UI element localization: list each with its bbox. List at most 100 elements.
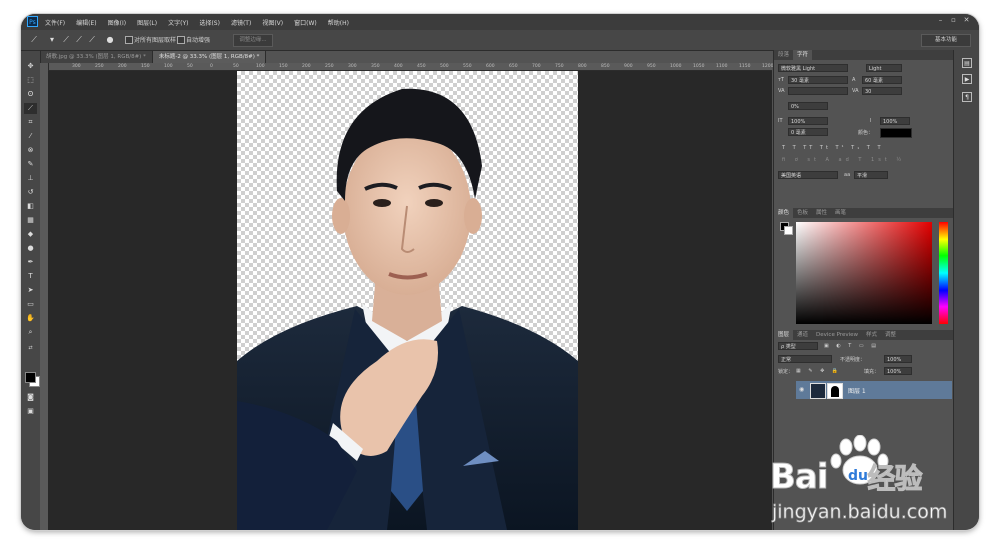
eyedropper-tool-icon[interactable]: ⁄ <box>24 131 37 142</box>
lock-icons[interactable]: ▦ ✎ ✥ 🔒 <box>796 368 841 374</box>
stamp-tool-icon[interactable]: ⊥ <box>24 173 37 184</box>
new-selection-icon[interactable]: ⟋ <box>61 35 71 45</box>
quick-selection-tool-icon[interactable]: ⟋ <box>29 35 39 45</box>
tab-document-2[interactable]: 未标题-2 @ 33.3% (图层 1, RGB/8#) * <box>152 51 267 63</box>
color-label: 颜色： <box>858 130 874 136</box>
menu-view[interactable]: 视图(V) <box>262 18 283 27</box>
blur-tool-icon[interactable]: ◆ <box>24 229 37 240</box>
document-canvas[interactable] <box>237 71 578 530</box>
type-tool-icon[interactable]: T <box>24 271 37 282</box>
paragraph-panel-icon[interactable]: ¶ <box>962 92 972 102</box>
brush-size-icon[interactable]: ● <box>105 35 115 45</box>
menu-edit[interactable]: 编辑(E) <box>76 18 96 27</box>
ruler-tick-label: 250 <box>325 64 334 69</box>
leading-icon: A <box>852 77 856 83</box>
path-select-icon[interactable]: ➤ <box>24 285 37 296</box>
auto-enhance-checkbox[interactable] <box>177 36 185 44</box>
eye-icon[interactable]: ◉ <box>799 386 804 393</box>
close-icon[interactable]: ✕ <box>962 16 971 25</box>
gradient-tool-icon[interactable]: ▦ <box>24 215 37 226</box>
hue-slider[interactable] <box>939 222 948 324</box>
font-family-select[interactable]: 微软雅黑 Light <box>778 64 848 72</box>
screen-mode-icon[interactable]: ▣ <box>24 406 37 417</box>
opentype-buttons[interactable]: ﬁ ơ st A ad T 1st ½ <box>782 157 905 163</box>
tracking-field[interactable]: 30 <box>862 87 902 95</box>
kerning-field[interactable] <box>788 87 848 95</box>
opacity-field[interactable]: 100% <box>884 355 912 363</box>
color-field[interactable] <box>796 222 932 324</box>
shape-tool-icon[interactable]: ▭ <box>24 299 37 310</box>
layer-row[interactable]: ◉ 图层 1 <box>796 381 952 399</box>
tab-styles[interactable]: 样式 <box>862 330 881 340</box>
crop-tool-icon[interactable]: ⌗ <box>24 117 37 128</box>
menu-image[interactable]: 图像(I) <box>108 18 126 27</box>
horizontal-scale-icon: I <box>870 118 872 124</box>
menu-list: 文件(F) 编辑(E) 图像(I) 图层(L) 文字(Y) 选择(S) 滤镜(T… <box>45 14 360 30</box>
tab-character[interactable]: 字符 <box>793 50 813 60</box>
tab-swatches[interactable]: 色板 <box>793 208 812 218</box>
menu-help[interactable]: 帮助(H) <box>328 18 349 27</box>
history-panel-icon[interactable]: ▤ <box>962 58 972 68</box>
workspace-select[interactable]: 基本功能 <box>921 34 971 47</box>
quick-mask-icon[interactable]: ◙ <box>24 392 37 403</box>
subtract-selection-icon[interactable]: ⟋ <box>87 35 97 45</box>
vertical-scale-field[interactable]: 100% <box>788 117 828 125</box>
antialias-select[interactable]: 平滑 <box>854 171 888 179</box>
tab-channels[interactable]: 通道 <box>793 330 812 340</box>
minimize-icon[interactable]: – <box>936 16 945 25</box>
menu-select[interactable]: 选择(S) <box>199 18 220 27</box>
marquee-tool-icon[interactable]: ⬚ <box>24 75 37 86</box>
chevron-down-icon[interactable]: ▾ <box>47 35 57 45</box>
actions-panel-icon[interactable]: ▶ <box>962 74 972 84</box>
menu-type[interactable]: 文字(Y) <box>168 18 188 27</box>
layer-kind-filter[interactable]: ρ 类型 <box>778 342 818 350</box>
menu-filter[interactable]: 滤镜(T) <box>231 18 251 27</box>
menu-window[interactable]: 窗口(W) <box>294 18 317 27</box>
horizontal-scale-field[interactable]: 100% <box>880 117 910 125</box>
history-brush-icon[interactable]: ↺ <box>24 187 37 198</box>
tab-color[interactable]: 颜色 <box>774 208 794 218</box>
bg-color-chip[interactable] <box>784 226 793 235</box>
baseline-field[interactable]: 0 毫素 <box>788 128 828 136</box>
zoom-tool-icon[interactable]: ⌕ <box>24 327 37 338</box>
scale-field[interactable]: 0% <box>788 102 828 110</box>
lasso-tool-icon[interactable]: ʘ <box>24 89 37 100</box>
tab-document-1[interactable]: 胡歌.jpg @ 33.3% (图层 1, RGB/8#) * <box>40 51 153 63</box>
canvas-area[interactable] <box>48 71 772 530</box>
ruler-tick-label: 100 <box>164 64 173 69</box>
vertical-scale-icon: IT <box>778 118 783 124</box>
maximize-icon[interactable]: ▫ <box>949 16 958 25</box>
tab-brush[interactable]: 画笔 <box>831 208 850 218</box>
brush-tool-icon[interactable]: ✎ <box>24 159 37 170</box>
font-style-select[interactable]: Light <box>866 64 902 72</box>
healing-tool-icon[interactable]: ⊗ <box>24 145 37 156</box>
add-selection-icon[interactable]: ⟋ <box>74 35 84 45</box>
dodge-tool-icon[interactable]: ● <box>24 243 37 254</box>
eraser-tool-icon[interactable]: ◧ <box>24 201 37 212</box>
leading-field[interactable]: 60 毫素 <box>862 76 902 84</box>
tab-properties[interactable]: 属性 <box>812 208 831 218</box>
layer-filter-icons[interactable]: ▣ ◐ T ▭ ▤ <box>824 343 879 349</box>
menu-file[interactable]: 文件(F) <box>45 18 65 27</box>
sample-all-layers-checkbox[interactable] <box>125 36 133 44</box>
blend-mode-select[interactable]: 正常 <box>778 355 832 363</box>
fill-label: 填充： <box>864 369 880 375</box>
swap-colors-icon[interactable]: ⇄ <box>24 343 37 354</box>
move-tool-icon[interactable]: ✥ <box>24 61 37 72</box>
text-color-swatch[interactable] <box>880 128 912 138</box>
fill-field[interactable]: 100% <box>884 367 912 375</box>
language-select[interactable]: 美国英语 <box>778 171 838 179</box>
hand-tool-icon[interactable]: ✋ <box>24 313 37 324</box>
refine-edge-button[interactable]: 调整边缘... <box>233 34 273 47</box>
tab-adjustments[interactable]: 调整 <box>881 330 900 340</box>
quick-select-tool-icon[interactable]: ⟋ <box>24 103 37 114</box>
tab-device-preview[interactable]: Device Preview <box>812 330 862 340</box>
menu-layer[interactable]: 图层(L) <box>137 18 157 27</box>
foreground-color-swatch[interactable] <box>25 372 36 383</box>
ruler-tick-label: 1150 <box>739 64 751 69</box>
tab-paragraph[interactable]: 段落 <box>774 50 793 60</box>
font-size-field[interactable]: 30 毫素 <box>788 76 848 84</box>
type-style-buttons[interactable]: T T TT Tt T¹ T₁ T T <box>782 145 884 151</box>
pen-tool-icon[interactable]: ✒ <box>24 257 37 268</box>
tab-layers[interactable]: 图层 <box>774 330 794 340</box>
